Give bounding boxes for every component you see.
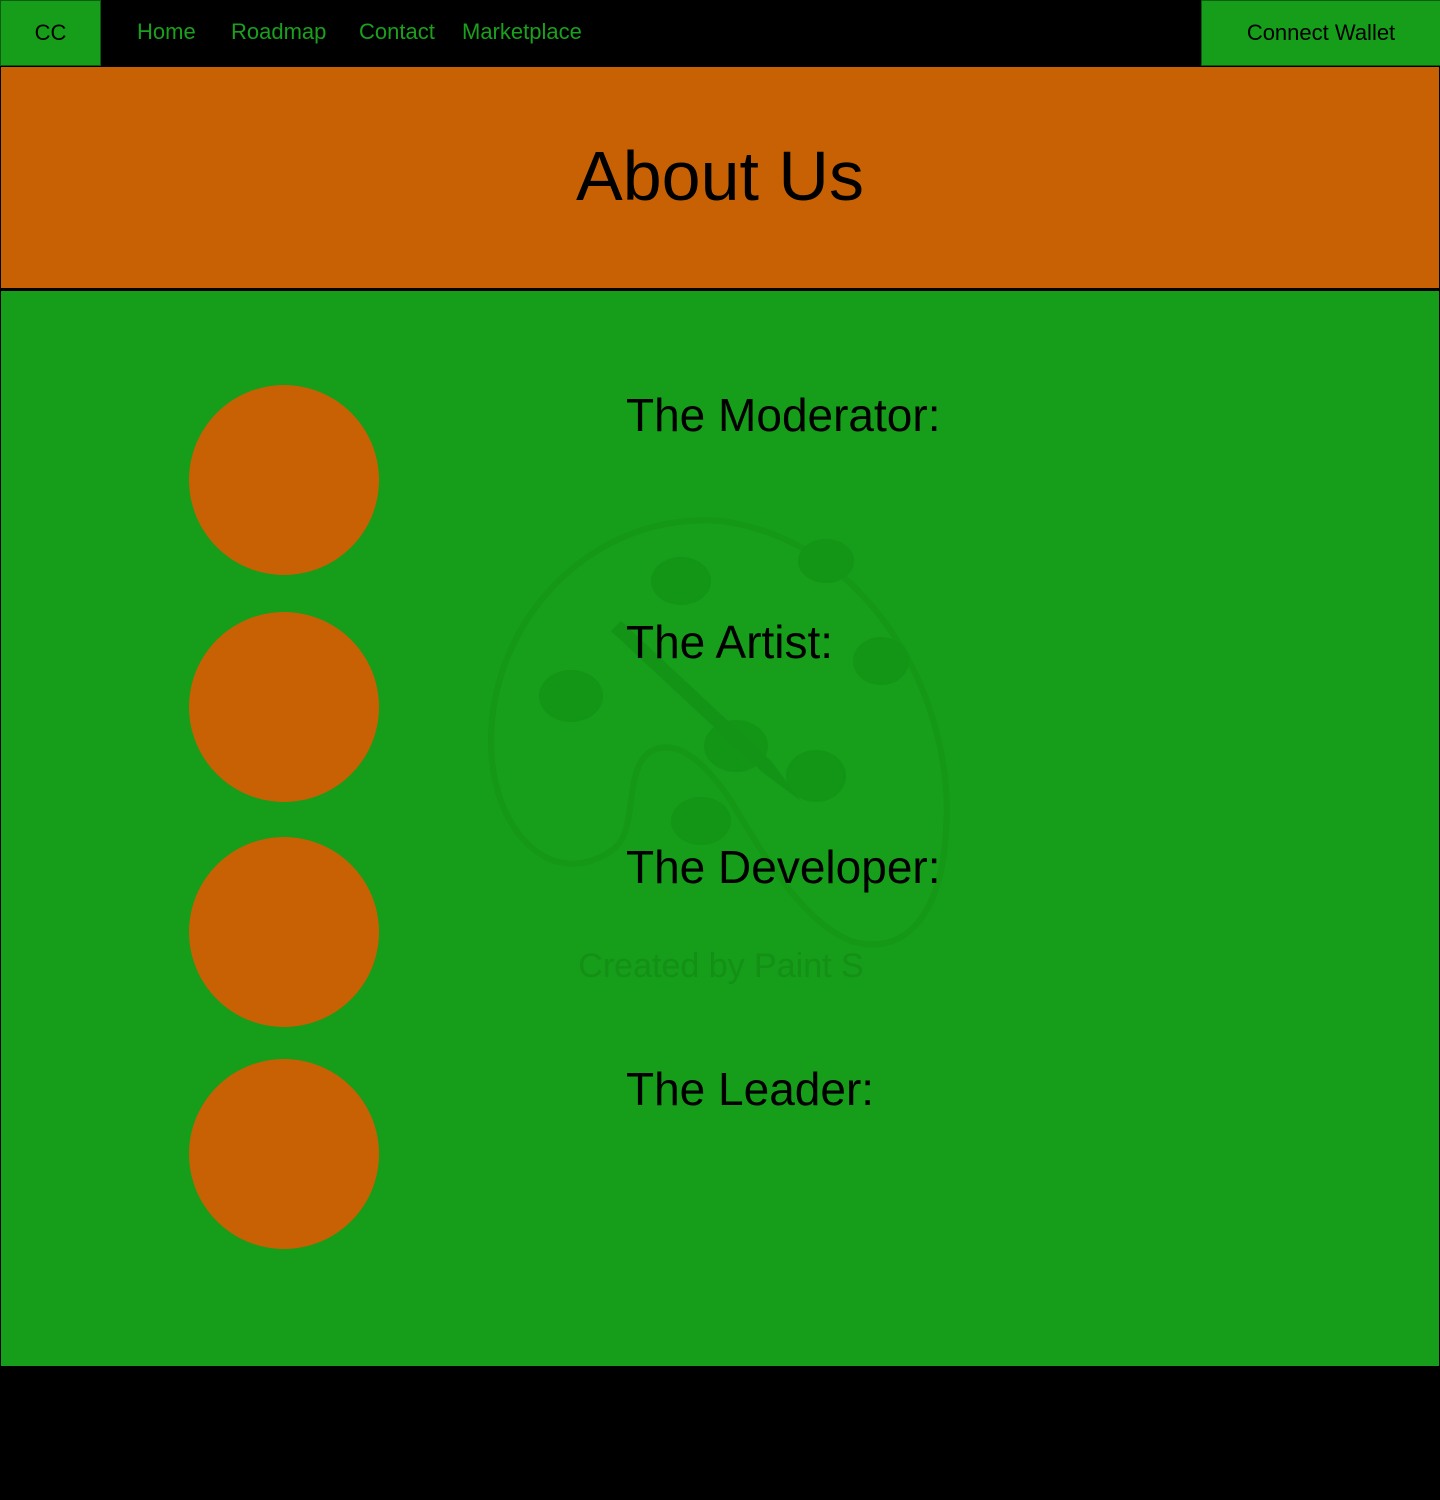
top-navbar: CC Home Roadmap Contact Marketplace Conn… (0, 0, 1440, 66)
paint-palette-icon (487, 517, 950, 948)
avatar-artist (189, 612, 379, 802)
avatar-leader (189, 1059, 379, 1249)
role-heading-developer: The Developer: (626, 841, 941, 893)
watermark-text: Created by Paint S (578, 947, 864, 985)
role-heading-artist: The Artist: (626, 616, 834, 668)
avatar-moderator (189, 385, 379, 575)
about-hero-banner: About Us (0, 66, 1440, 291)
nav-link-marketplace[interactable]: Marketplace (462, 18, 582, 46)
avatar-developer (189, 837, 379, 1027)
role-heading-leader: The Leader: (626, 1063, 875, 1115)
role-heading-moderator: The Moderator: (626, 389, 941, 441)
nav-link-roadmap[interactable]: Roadmap (231, 18, 326, 46)
nav-link-home[interactable]: Home (137, 18, 196, 46)
page-title: About Us (576, 136, 864, 215)
page-footer (0, 1366, 1440, 1500)
connect-wallet-button[interactable]: Connect Wallet (1201, 0, 1440, 66)
nav-link-contact[interactable]: Contact (359, 18, 435, 46)
logo-button[interactable]: CC (0, 0, 101, 66)
team-section: Created by Paint S The Moderator: The Ar… (0, 291, 1440, 1366)
